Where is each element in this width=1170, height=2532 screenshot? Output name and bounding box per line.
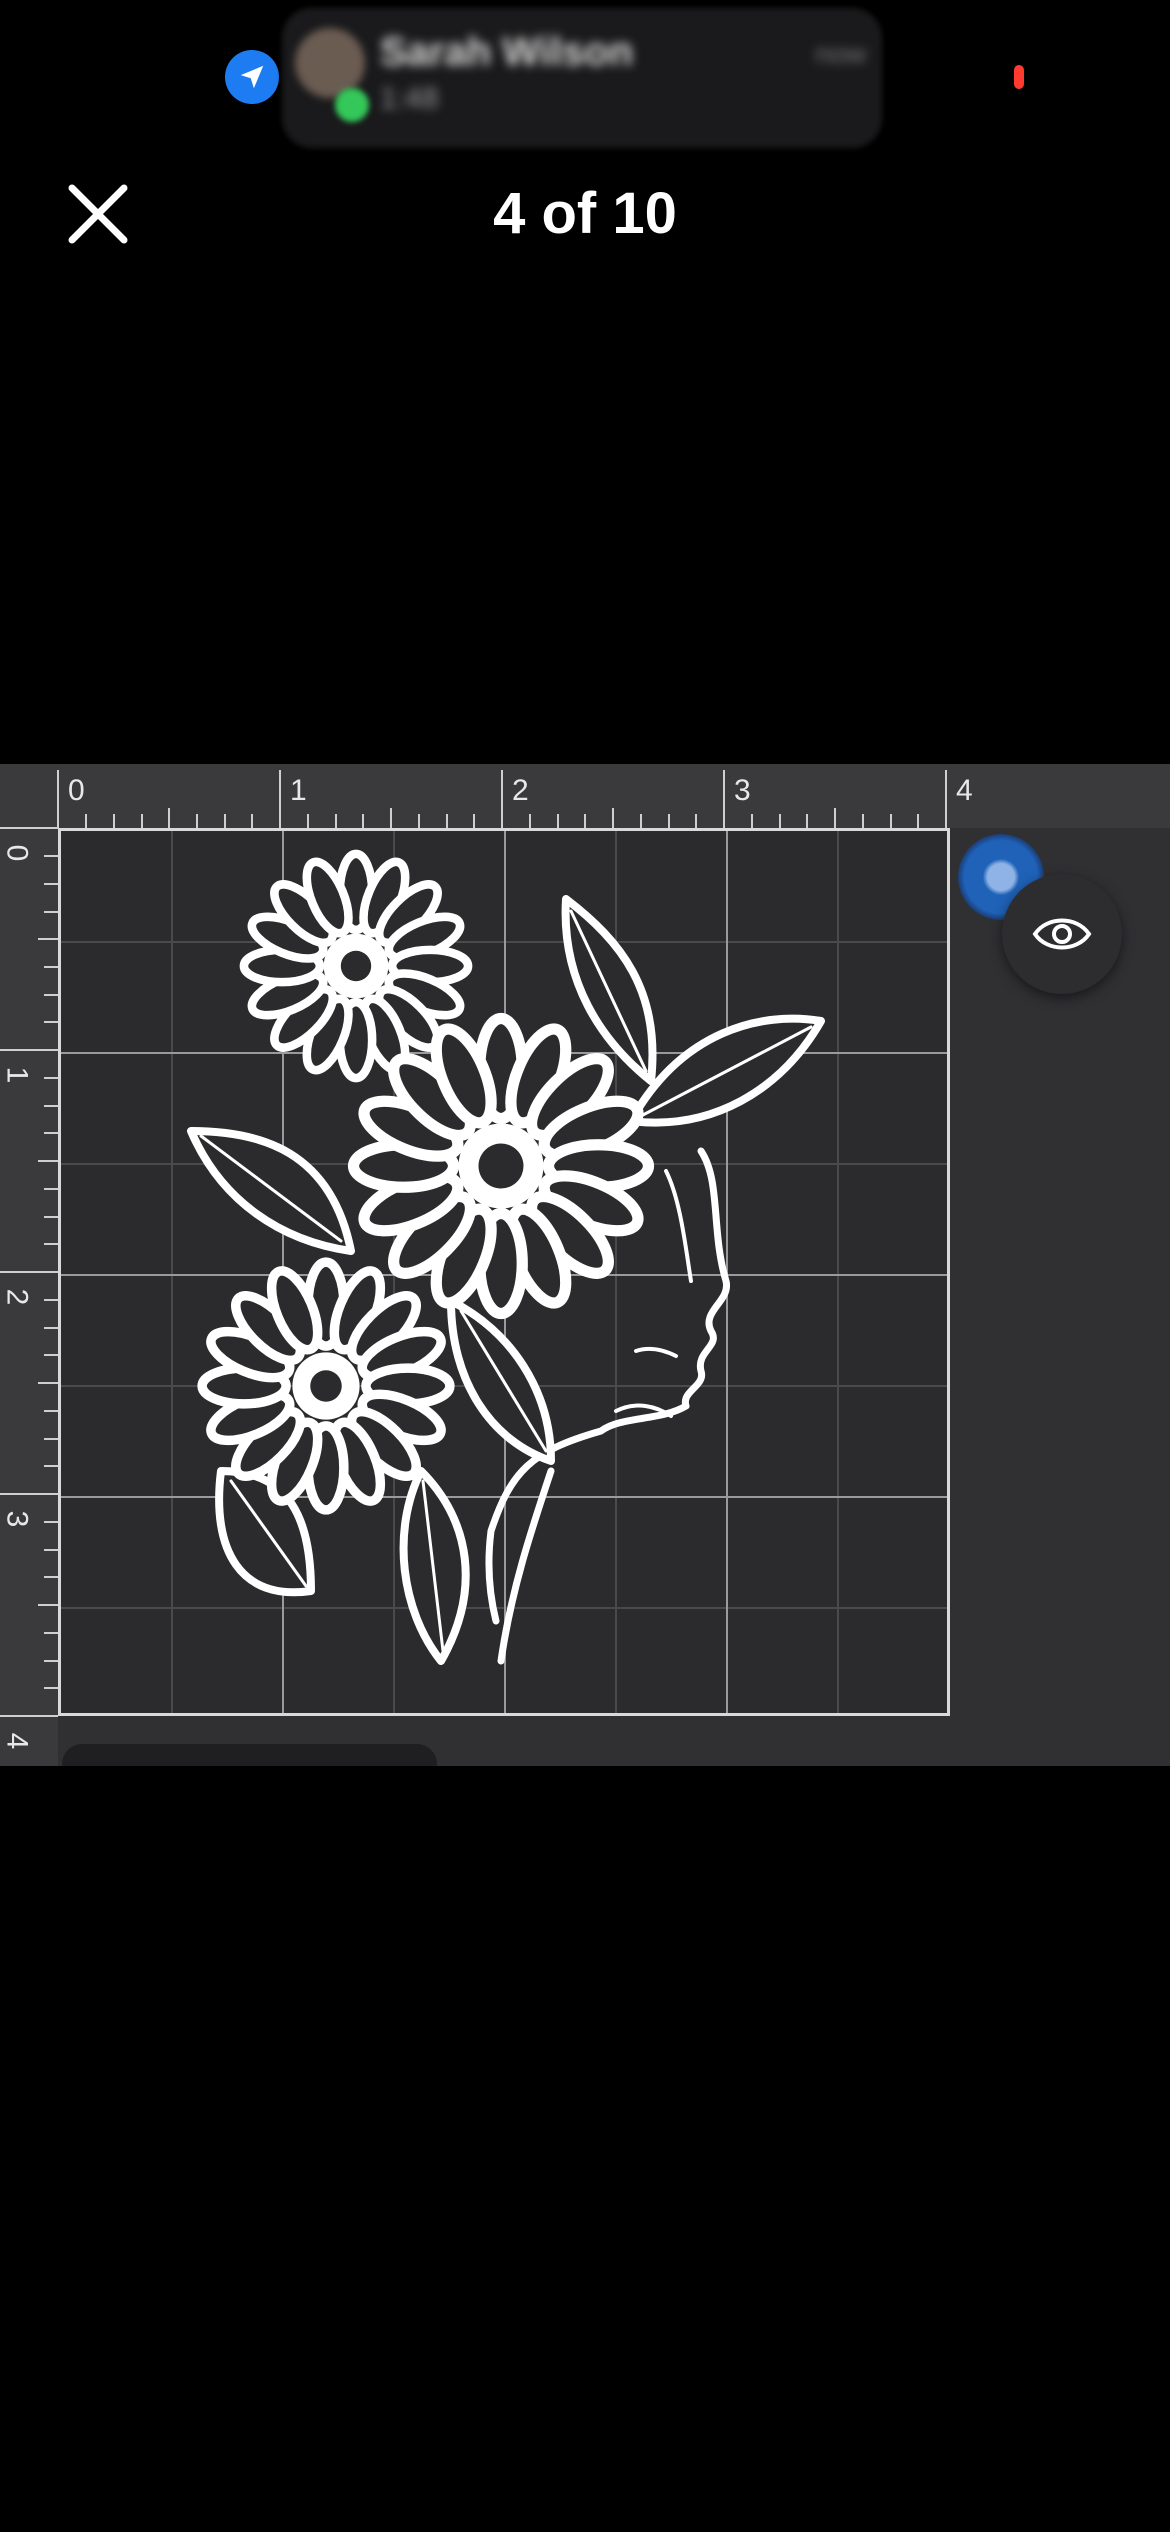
cutting-mat: [58, 828, 950, 1716]
ruler-left-label: 2: [0, 1288, 34, 1306]
notification-subtitle: 1:48: [380, 82, 439, 115]
ruler-top-label: 3: [734, 774, 751, 807]
location-arrow-icon: [225, 50, 279, 104]
ruler-top-label: 2: [512, 774, 529, 807]
ruler-left-label: 1: [0, 1066, 34, 1084]
notification-banner[interactable]: [282, 8, 882, 148]
ruler-left-label: 3: [0, 1510, 34, 1528]
ruler-top-label: 4: [956, 774, 973, 807]
status-bar: Sarah Wilson 1:48 now: [0, 0, 1170, 160]
ruler-left-label: 4: [0, 1732, 34, 1750]
ruler-top-label: 1: [290, 774, 307, 807]
ruler-left-label: 0: [0, 844, 34, 862]
bottom-tab: [62, 1744, 437, 1766]
notification-time: now: [815, 38, 867, 69]
ruler-top-label: 0: [68, 774, 85, 807]
recording-indicator: [1014, 65, 1024, 89]
message-badge-icon: [335, 88, 369, 122]
floral-woman-design: [187, 831, 825, 1665]
photo-counter: 4 of 10: [493, 181, 677, 246]
eye-button[interactable]: [1002, 874, 1122, 994]
photo[interactable]: 0 1 2 3 4 0 1 2 3 4: [0, 764, 1170, 1766]
eye-icon: [1032, 918, 1092, 950]
notification-title: Sarah Wilson: [380, 30, 634, 74]
